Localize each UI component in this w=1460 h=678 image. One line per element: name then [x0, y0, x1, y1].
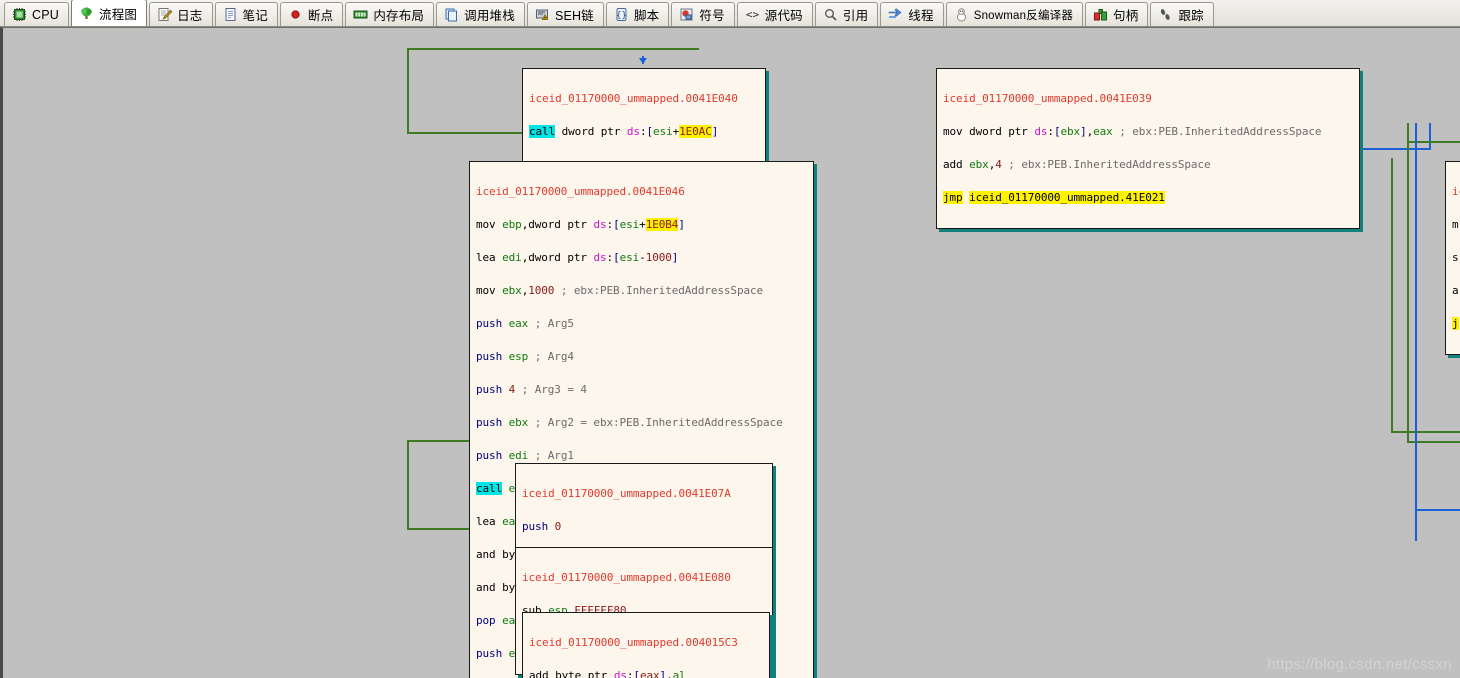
- node-instruction: s: [1452, 251, 1459, 264]
- tab-引用[interactable]: 引用: [814, 2, 879, 26]
- svg-text:{}: {}: [616, 11, 627, 21]
- breakpoint-dot-icon: [288, 7, 303, 22]
- node-instruction: push eax ; Arg5: [476, 317, 574, 330]
- trace-footprint-icon: [1158, 7, 1173, 22]
- node-instruction: call dword ptr ds:[esi+1E0AC]: [529, 125, 719, 138]
- tab-源代码[interactable]: <> 源代码: [736, 2, 813, 26]
- script-braces-icon: {}: [614, 7, 629, 22]
- edge-blue-right-vert: [1429, 123, 1431, 150]
- node-instruction: push esp ; Arg4: [476, 350, 574, 363]
- tab-label: 引用: [842, 9, 869, 23]
- seh-chain-icon: [535, 7, 550, 22]
- tab-label: SEH链: [554, 9, 594, 23]
- node-instruction: add byte ptr ds:[eax],al: [529, 669, 686, 678]
- symbols-sphere-icon: [679, 7, 694, 22]
- node-instruction: jmp iceid_01170000_ummapped.41E021: [943, 191, 1165, 204]
- edge-blue-right-lowhoriz: [1415, 509, 1460, 511]
- edge-green-left-top: [407, 48, 699, 50]
- tab-label: 符号: [699, 9, 725, 23]
- edge-green-low-vert: [407, 440, 409, 530]
- tree-graph-icon: [79, 6, 94, 21]
- tab-label: 句柄: [1113, 9, 1139, 23]
- tab-CPU[interactable]: CPU: [4, 2, 69, 26]
- tab-内存布局[interactable]: 内存布局: [345, 2, 435, 26]
- edge-green-right-vert-a: [1407, 123, 1409, 443]
- graph-node-0041E040[interactable]: iceid_01170000_ummapped.0041E040 call dw…: [522, 68, 766, 163]
- node-instruction: push 0: [522, 520, 562, 533]
- edge-blue-arrow-e040: [639, 58, 647, 64]
- tab-label: Snowman反编译器: [973, 9, 1074, 22]
- edge-green-left-vert: [407, 48, 409, 134]
- notes-page-icon: [223, 7, 238, 22]
- node-header: iceid_01170000_ummapped.004015C3: [529, 636, 738, 649]
- tab-label: 跟踪: [1178, 9, 1204, 23]
- tab-符号[interactable]: 符号: [671, 2, 735, 26]
- tab-label: 脚本: [633, 9, 660, 23]
- node-instruction: m: [1452, 218, 1459, 231]
- references-magnifier-icon: [823, 7, 838, 22]
- tab-脚本[interactable]: {} 脚本: [605, 2, 670, 26]
- tab-Snowman反编译器[interactable]: Snowman反编译器: [945, 2, 1084, 26]
- memory-ram-icon: [353, 7, 368, 22]
- node-header: iceid_01170000_ummapped.0041E046: [476, 185, 685, 198]
- graph-node-004015C3[interactable]: iceid_01170000_ummapped.004015C3 add byt…: [522, 612, 770, 678]
- tab-笔记[interactable]: 笔记: [214, 2, 278, 26]
- tab-跟踪[interactable]: 跟踪: [1150, 2, 1214, 26]
- node-instruction: lea edi,dword ptr ds:[esi-1000]: [476, 251, 679, 264]
- node-header: ic: [1452, 185, 1460, 198]
- node-header: iceid_01170000_ummapped.0041E040: [529, 92, 738, 105]
- node-instruction: mov ebp,dword ptr ds:[esi+1E0B4]: [476, 218, 685, 231]
- watermark-text: https://blog.csdn.net/cssxn: [1267, 656, 1452, 673]
- call-stack-icon: [444, 7, 459, 22]
- threads-arrows-icon: [888, 7, 903, 22]
- tab-label: 笔记: [242, 9, 268, 23]
- tab-label: 调用堆栈: [464, 9, 515, 23]
- tab-线程[interactable]: 线程: [880, 2, 944, 26]
- node-instruction: add ebx,4 ; ebx:PEB.InheritedAddressSpac…: [943, 158, 1211, 171]
- node-header: iceid_01170000_ummapped.0041E039: [943, 92, 1152, 105]
- edge-green-right-vert-b: [1391, 158, 1393, 433]
- node-instruction: mov dword ptr ds:[ebx],eax ; ebx:PEB.Inh…: [943, 125, 1322, 138]
- tab-label: 线程: [908, 9, 934, 23]
- log-pencil-icon: [157, 7, 173, 22]
- graph-canvas[interactable]: iceid_01170000_ummapped.0041E040 call dw…: [0, 27, 1460, 678]
- tab-label: 断点: [307, 9, 334, 23]
- tab-流程图[interactable]: 流程图: [71, 0, 148, 26]
- svg-text:<>: <>: [746, 8, 760, 21]
- tab-label: 流程图: [99, 7, 138, 22]
- edge-blue-right-long: [1415, 123, 1417, 541]
- edge-green-right-low: [1391, 431, 1460, 433]
- tab-label: 内存布局: [373, 9, 425, 23]
- node-instruction: a: [1452, 284, 1459, 297]
- tab-断点[interactable]: 断点: [279, 2, 344, 26]
- tab-bar: CPU 流程图 日志 笔记 断点 内存布局 调用堆栈 SEH链 {} 脚本 符号 <> 源代码 引用 线程 S…: [0, 0, 1460, 27]
- node-instruction: push 4 ; Arg3 = 4: [476, 383, 587, 396]
- tab-label: CPU: [32, 7, 59, 22]
- tab-label: 日志: [177, 9, 203, 23]
- tab-句柄[interactable]: 句柄: [1085, 2, 1149, 26]
- graph-node-0041E039[interactable]: iceid_01170000_ummapped.0041E039 mov dwo…: [936, 68, 1360, 229]
- snowman-icon: [954, 7, 969, 22]
- node-instruction: push ebx ; Arg2 = ebx:PEB.InheritedAddre…: [476, 416, 783, 429]
- node-instruction: j: [1452, 317, 1459, 330]
- node-header: iceid_01170000_ummapped.0041E080: [522, 571, 731, 584]
- tab-日志[interactable]: 日志: [149, 2, 213, 26]
- node-header: iceid_01170000_ummapped.0041E07A: [522, 487, 731, 500]
- cpu-chip-icon: [12, 7, 27, 22]
- tab-SEH链[interactable]: SEH链: [526, 2, 604, 26]
- node-instruction: push edi ; Arg1: [476, 449, 574, 462]
- tab-label: 源代码: [764, 9, 803, 23]
- node-instruction: mov ebx,1000 ; ebx:PEB.InheritedAddressS…: [476, 284, 764, 297]
- tab-调用堆栈[interactable]: 调用堆栈: [436, 2, 525, 26]
- source-code-icon: <>: [745, 7, 760, 22]
- graph-node-clipped-right[interactable]: ic m s a j: [1445, 161, 1460, 355]
- handles-blocks-icon: [1093, 7, 1108, 22]
